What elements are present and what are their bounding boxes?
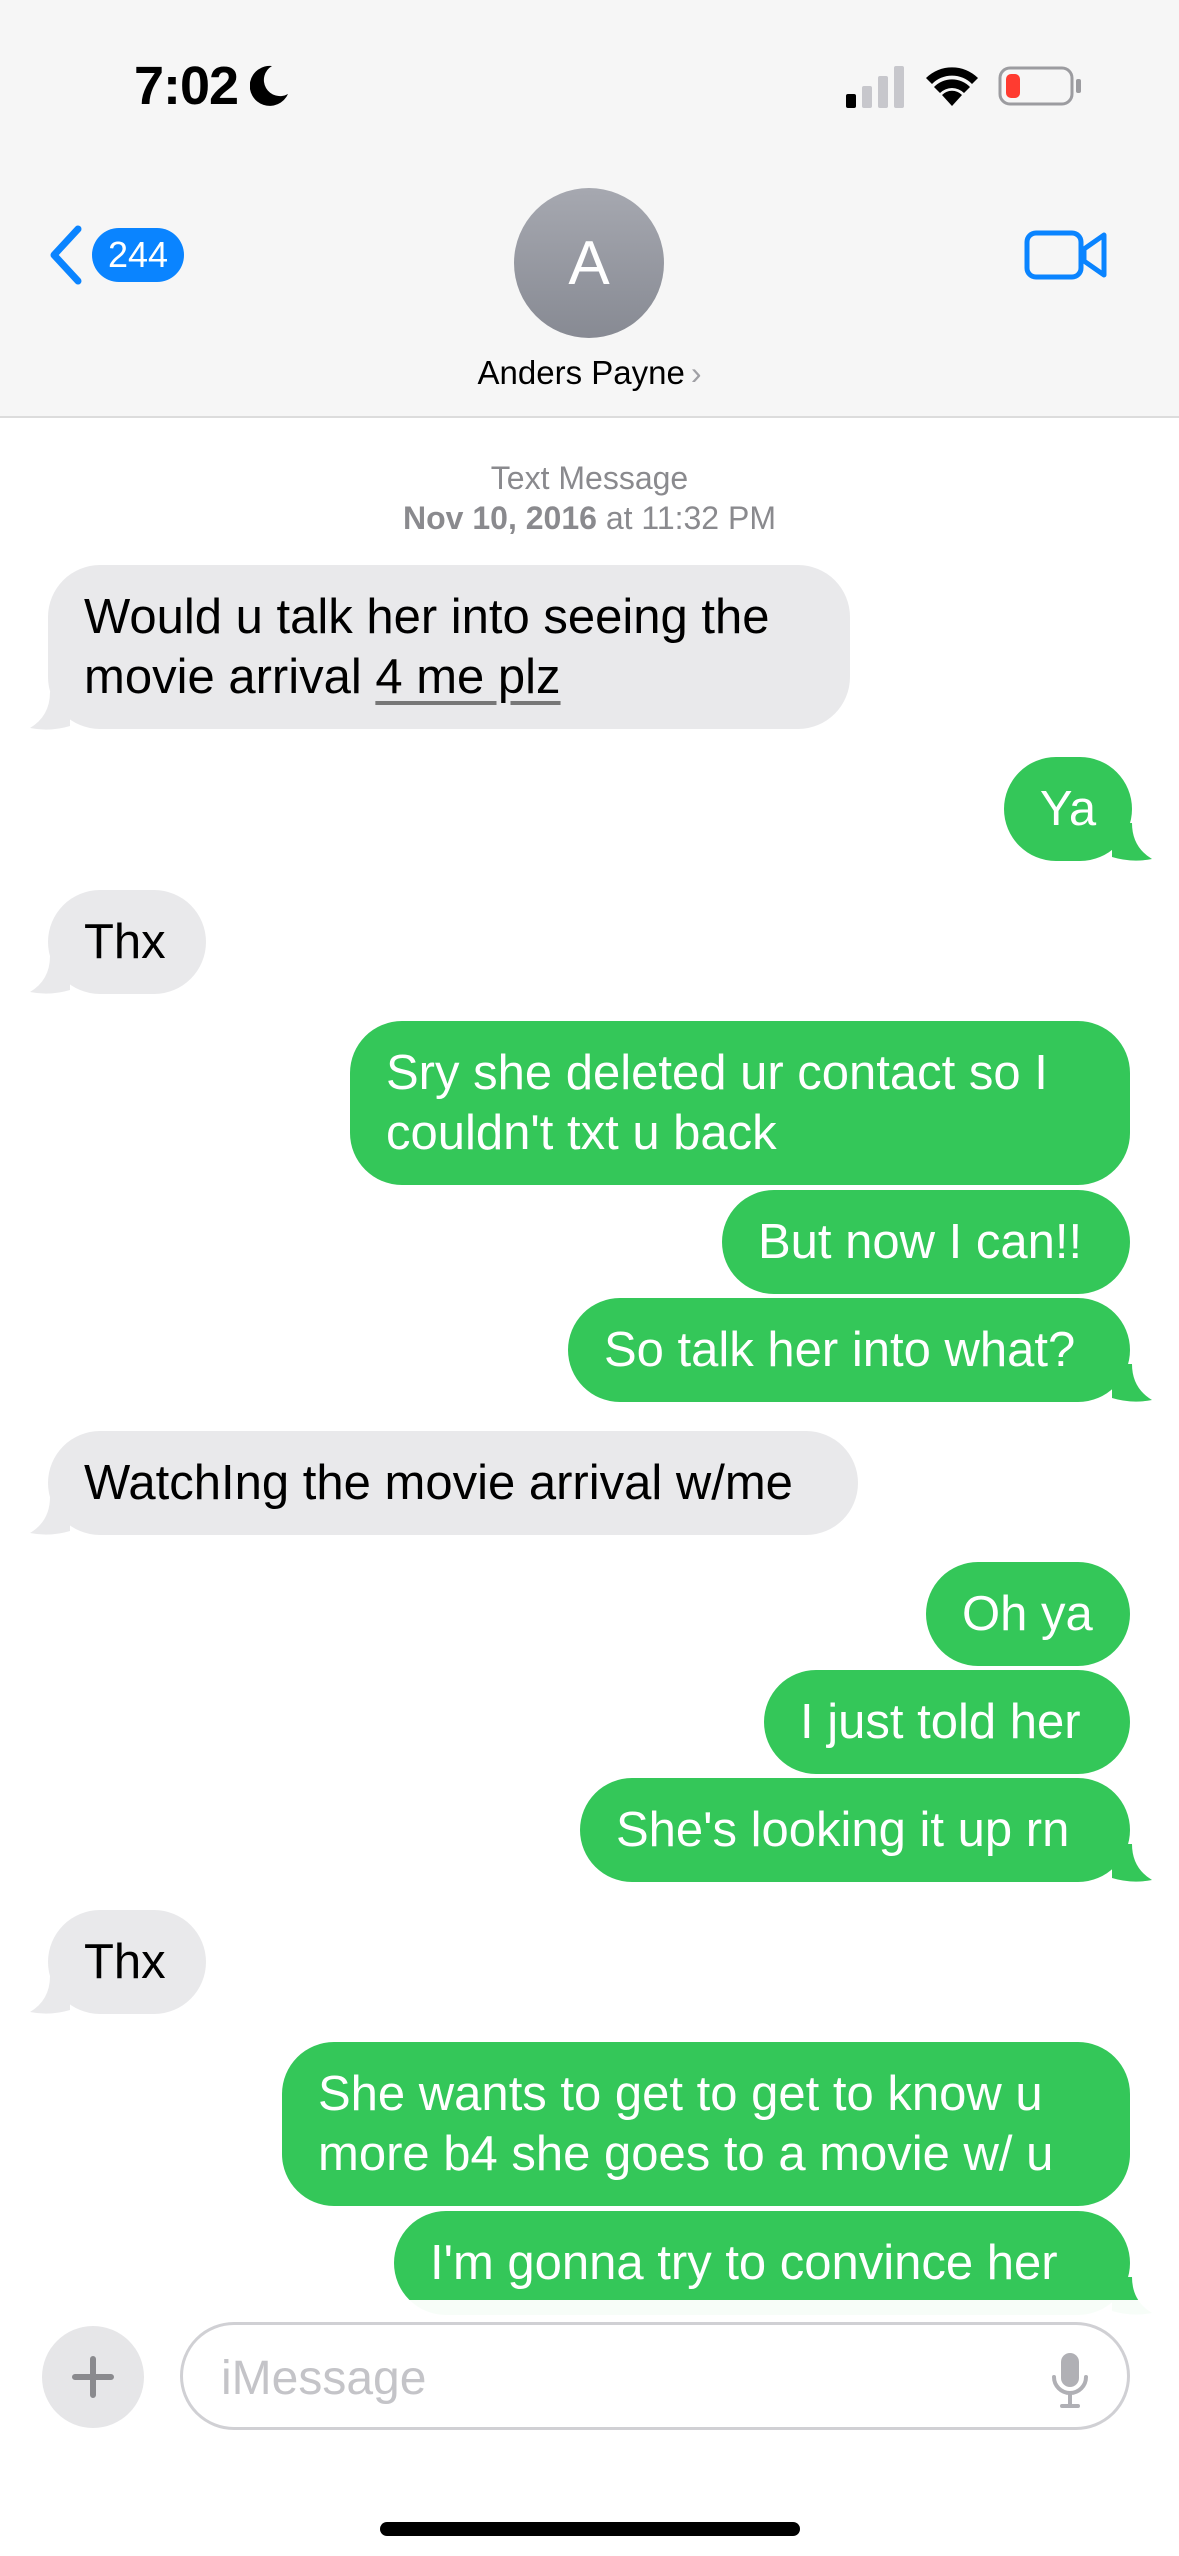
message-bubble-incoming[interactable]: Would u talk her into seeing the movie a… xyxy=(48,565,850,729)
message-bubble-outgoing[interactable]: Oh ya xyxy=(926,1562,1130,1666)
bubble-tail xyxy=(30,1497,70,1535)
message-text-line: more b4 she goes to a movie w/ u xyxy=(318,2127,1054,2181)
message-text-line: couldn't txt u back xyxy=(386,1106,777,1160)
home-indicator[interactable] xyxy=(380,2522,800,2536)
message-bubble-outgoing[interactable]: Sry she deleted ur contact so I couldn't… xyxy=(350,1021,1130,1185)
message-text: Ya xyxy=(1039,782,1097,836)
message-text: So talk her into what? xyxy=(604,1323,1076,1377)
message-link-text[interactable]: 4 me plz xyxy=(375,650,560,704)
message-text: Thx xyxy=(84,915,166,969)
message-bubble-incoming[interactable]: WatchIng the movie arrival w/me xyxy=(48,1431,858,1535)
message-bubble-outgoing[interactable]: She wants to get to get to know u more b… xyxy=(282,2042,1130,2206)
chevron-right-icon: › xyxy=(690,355,702,391)
timestamp-date: Nov 10, 2016 xyxy=(403,500,597,536)
chevron-left-icon xyxy=(50,225,82,285)
back-button[interactable]: 244 xyxy=(48,222,185,288)
message-bubble-outgoing[interactable]: So talk her into what? xyxy=(568,1298,1130,1402)
message-bubble-outgoing[interactable]: I just told her xyxy=(764,1670,1130,1774)
message-text-line: She wants to get to get to know u xyxy=(318,2067,1043,2121)
message-bubble-outgoing[interactable]: She's looking it up rn xyxy=(580,1778,1130,1882)
message-text: WatchIng the movie arrival w/me xyxy=(84,1456,793,1510)
timestamp-line: Nov 10, 2016 at 11:32 PM xyxy=(0,498,1179,538)
bubble-tail xyxy=(30,956,70,994)
bubble-tail xyxy=(1112,1364,1152,1402)
timestamp-time: 11:32 PM xyxy=(641,500,776,536)
battery-low-icon xyxy=(998,66,1081,106)
contact-avatar[interactable]: A xyxy=(514,188,664,338)
message-composer: iMessage xyxy=(0,2300,1179,2556)
message-type-label: Text Message xyxy=(490,460,689,496)
bubble-tail xyxy=(30,692,70,730)
timestamp-at: at xyxy=(605,500,633,536)
cellular-signal-icon xyxy=(846,66,904,108)
bubble-tail xyxy=(1112,1844,1152,1882)
unread-count-badge: 244 xyxy=(92,228,185,282)
message-text-line: Would u talk her into seeing the xyxy=(84,590,770,644)
microphone-icon[interactable] xyxy=(1051,2351,1089,2409)
message-bubble-incoming[interactable]: Thx xyxy=(48,890,206,994)
avatar-initial: A xyxy=(568,228,610,298)
plus-icon xyxy=(72,2356,114,2398)
message-bubble-outgoing[interactable]: But now I can!! xyxy=(722,1190,1130,1294)
message-text: Thx xyxy=(84,1935,166,1989)
input-placeholder: iMessage xyxy=(221,2352,427,2405)
status-time: 7:02 xyxy=(134,56,239,116)
bubble-tail xyxy=(30,1976,70,2014)
bubble-tail xyxy=(1112,823,1152,861)
message-timestamp: Text Message Nov 10, 2016 at 11:32 PM xyxy=(0,458,1179,538)
message-text: But now I can!! xyxy=(758,1215,1083,1269)
conversation-header: 244 A Anders Payne › xyxy=(0,170,1179,418)
apps-button[interactable] xyxy=(42,2326,144,2428)
message-text: I just told her xyxy=(800,1695,1081,1749)
message-text: movie arrival xyxy=(84,650,376,704)
status-bar: 7:02 xyxy=(0,0,1179,170)
message-text-line: movie arrival 4 me plz xyxy=(84,647,814,707)
contact-name: Anders Payne xyxy=(477,354,685,391)
message-text: Oh ya xyxy=(962,1587,1093,1641)
message-text: I'm gonna try to convince her xyxy=(430,2236,1058,2290)
wifi-icon xyxy=(926,67,978,106)
message-text: She's looking it up rn xyxy=(616,1803,1070,1857)
message-text-line: Sry she deleted ur contact so I xyxy=(386,1046,1048,1100)
contact-name-button[interactable]: Anders Payne › xyxy=(0,354,1179,392)
imessage-input[interactable]: iMessage xyxy=(180,2322,1130,2430)
facetime-video-icon[interactable] xyxy=(1024,225,1108,285)
message-bubble-incoming[interactable]: Thx xyxy=(48,1910,206,2014)
moon-icon xyxy=(250,65,288,106)
